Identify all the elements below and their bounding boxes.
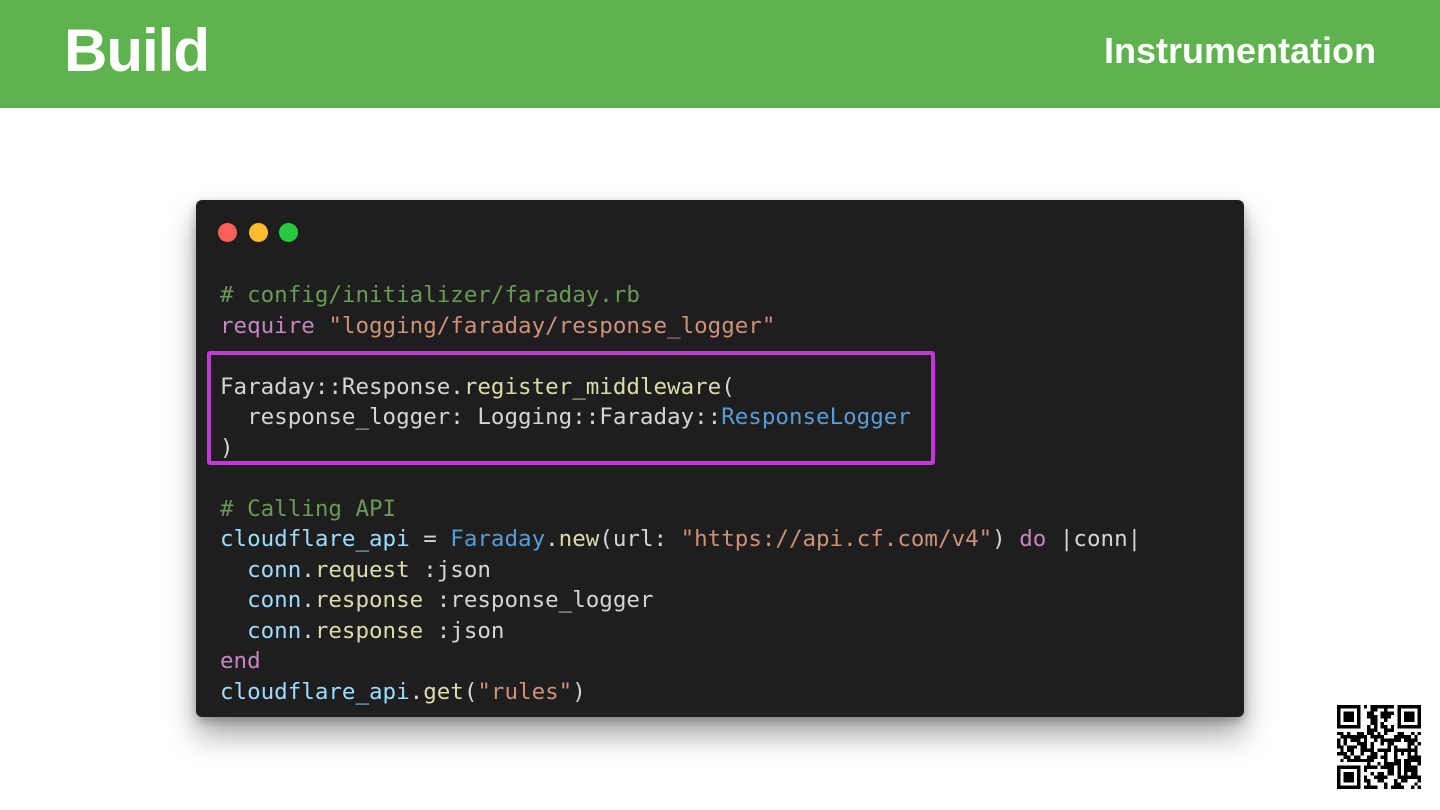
code-window: # config/initializer/faraday.rb require "… [196, 200, 1244, 717]
code-token: ResponseLogger [721, 404, 911, 430]
code-token: . [301, 587, 315, 613]
code-token: = [409, 526, 451, 552]
code-token: response_logger: Logging::Faraday:: [220, 404, 722, 430]
code-token: "rules" [477, 678, 573, 705]
code-token: response [314, 587, 424, 613]
code-line: require "logging/faraday/response_logger… [220, 311, 1141, 342]
code-token: end [220, 648, 261, 674]
code-token: require [220, 312, 315, 339]
code-token: new [558, 526, 600, 552]
close-dot-icon [218, 223, 237, 242]
code-line: end [220, 646, 1141, 677]
code-token: ) [572, 678, 586, 705]
slide-header: Build Instrumentation [0, 0, 1440, 108]
section-label: Instrumentation [1103, 30, 1376, 71]
code-token: "logging/faraday/response_logger" [328, 312, 776, 339]
code-token: . [301, 556, 315, 583]
code-block: # config/initializer/faraday.rb require "… [220, 280, 1141, 707]
code-token: conn [247, 556, 302, 583]
code-line: conn.response :response_logger [220, 585, 1141, 616]
code-token: do [1019, 526, 1047, 552]
code-token: # Calling API [220, 495, 397, 522]
code-token: register_middleware [463, 373, 722, 400]
code-token: :json [409, 556, 491, 583]
code-token: conn [247, 587, 302, 613]
minimize-dot-icon [249, 223, 268, 242]
code-line: # config/initializer/faraday.rb [220, 280, 1141, 311]
code-token: conn [247, 617, 302, 644]
code-token: . [301, 617, 315, 644]
code-line: Faraday::Response.register_middleware( [220, 372, 1141, 403]
code-token: request [314, 556, 410, 583]
code-token: . [545, 526, 559, 552]
code-line: cloudflare_api.get("rules") [220, 677, 1141, 708]
code-token: ( [463, 678, 478, 705]
code-line: conn.request :json [220, 555, 1141, 586]
code-token: cloudflare_api [220, 526, 410, 552]
code-token: ( [721, 373, 735, 400]
code-token: . [409, 678, 424, 705]
code-token: |conn| [1046, 526, 1142, 552]
code-token: ) [220, 434, 234, 461]
code-line: # Calling API [220, 494, 1141, 525]
code-token: Faraday [450, 526, 546, 552]
code-token: response [314, 617, 424, 644]
code-line: conn.response :json [220, 616, 1141, 647]
code-token: ) [992, 526, 1020, 552]
code-token: "https://api.cf.com/v4" [680, 526, 993, 552]
code-line: cloudflare_api = Faraday.new(url: "https… [220, 524, 1141, 555]
qr-code-icon [1337, 705, 1421, 789]
code-token: :json [423, 617, 505, 644]
maximize-dot-icon [279, 223, 298, 242]
code-token: :response_logger [423, 587, 654, 613]
code-token: (url: [599, 526, 681, 552]
slide-title: Build [64, 17, 210, 84]
code-line: ) [220, 433, 1141, 464]
code-token: # config/initializer/faraday.rb [220, 282, 640, 308]
code-token: Faraday::Response. [220, 373, 464, 400]
code-token: get [423, 678, 464, 705]
code-line: response_logger: Logging::Faraday::Respo… [220, 402, 1141, 433]
code-token: cloudflare_api [220, 678, 410, 705]
